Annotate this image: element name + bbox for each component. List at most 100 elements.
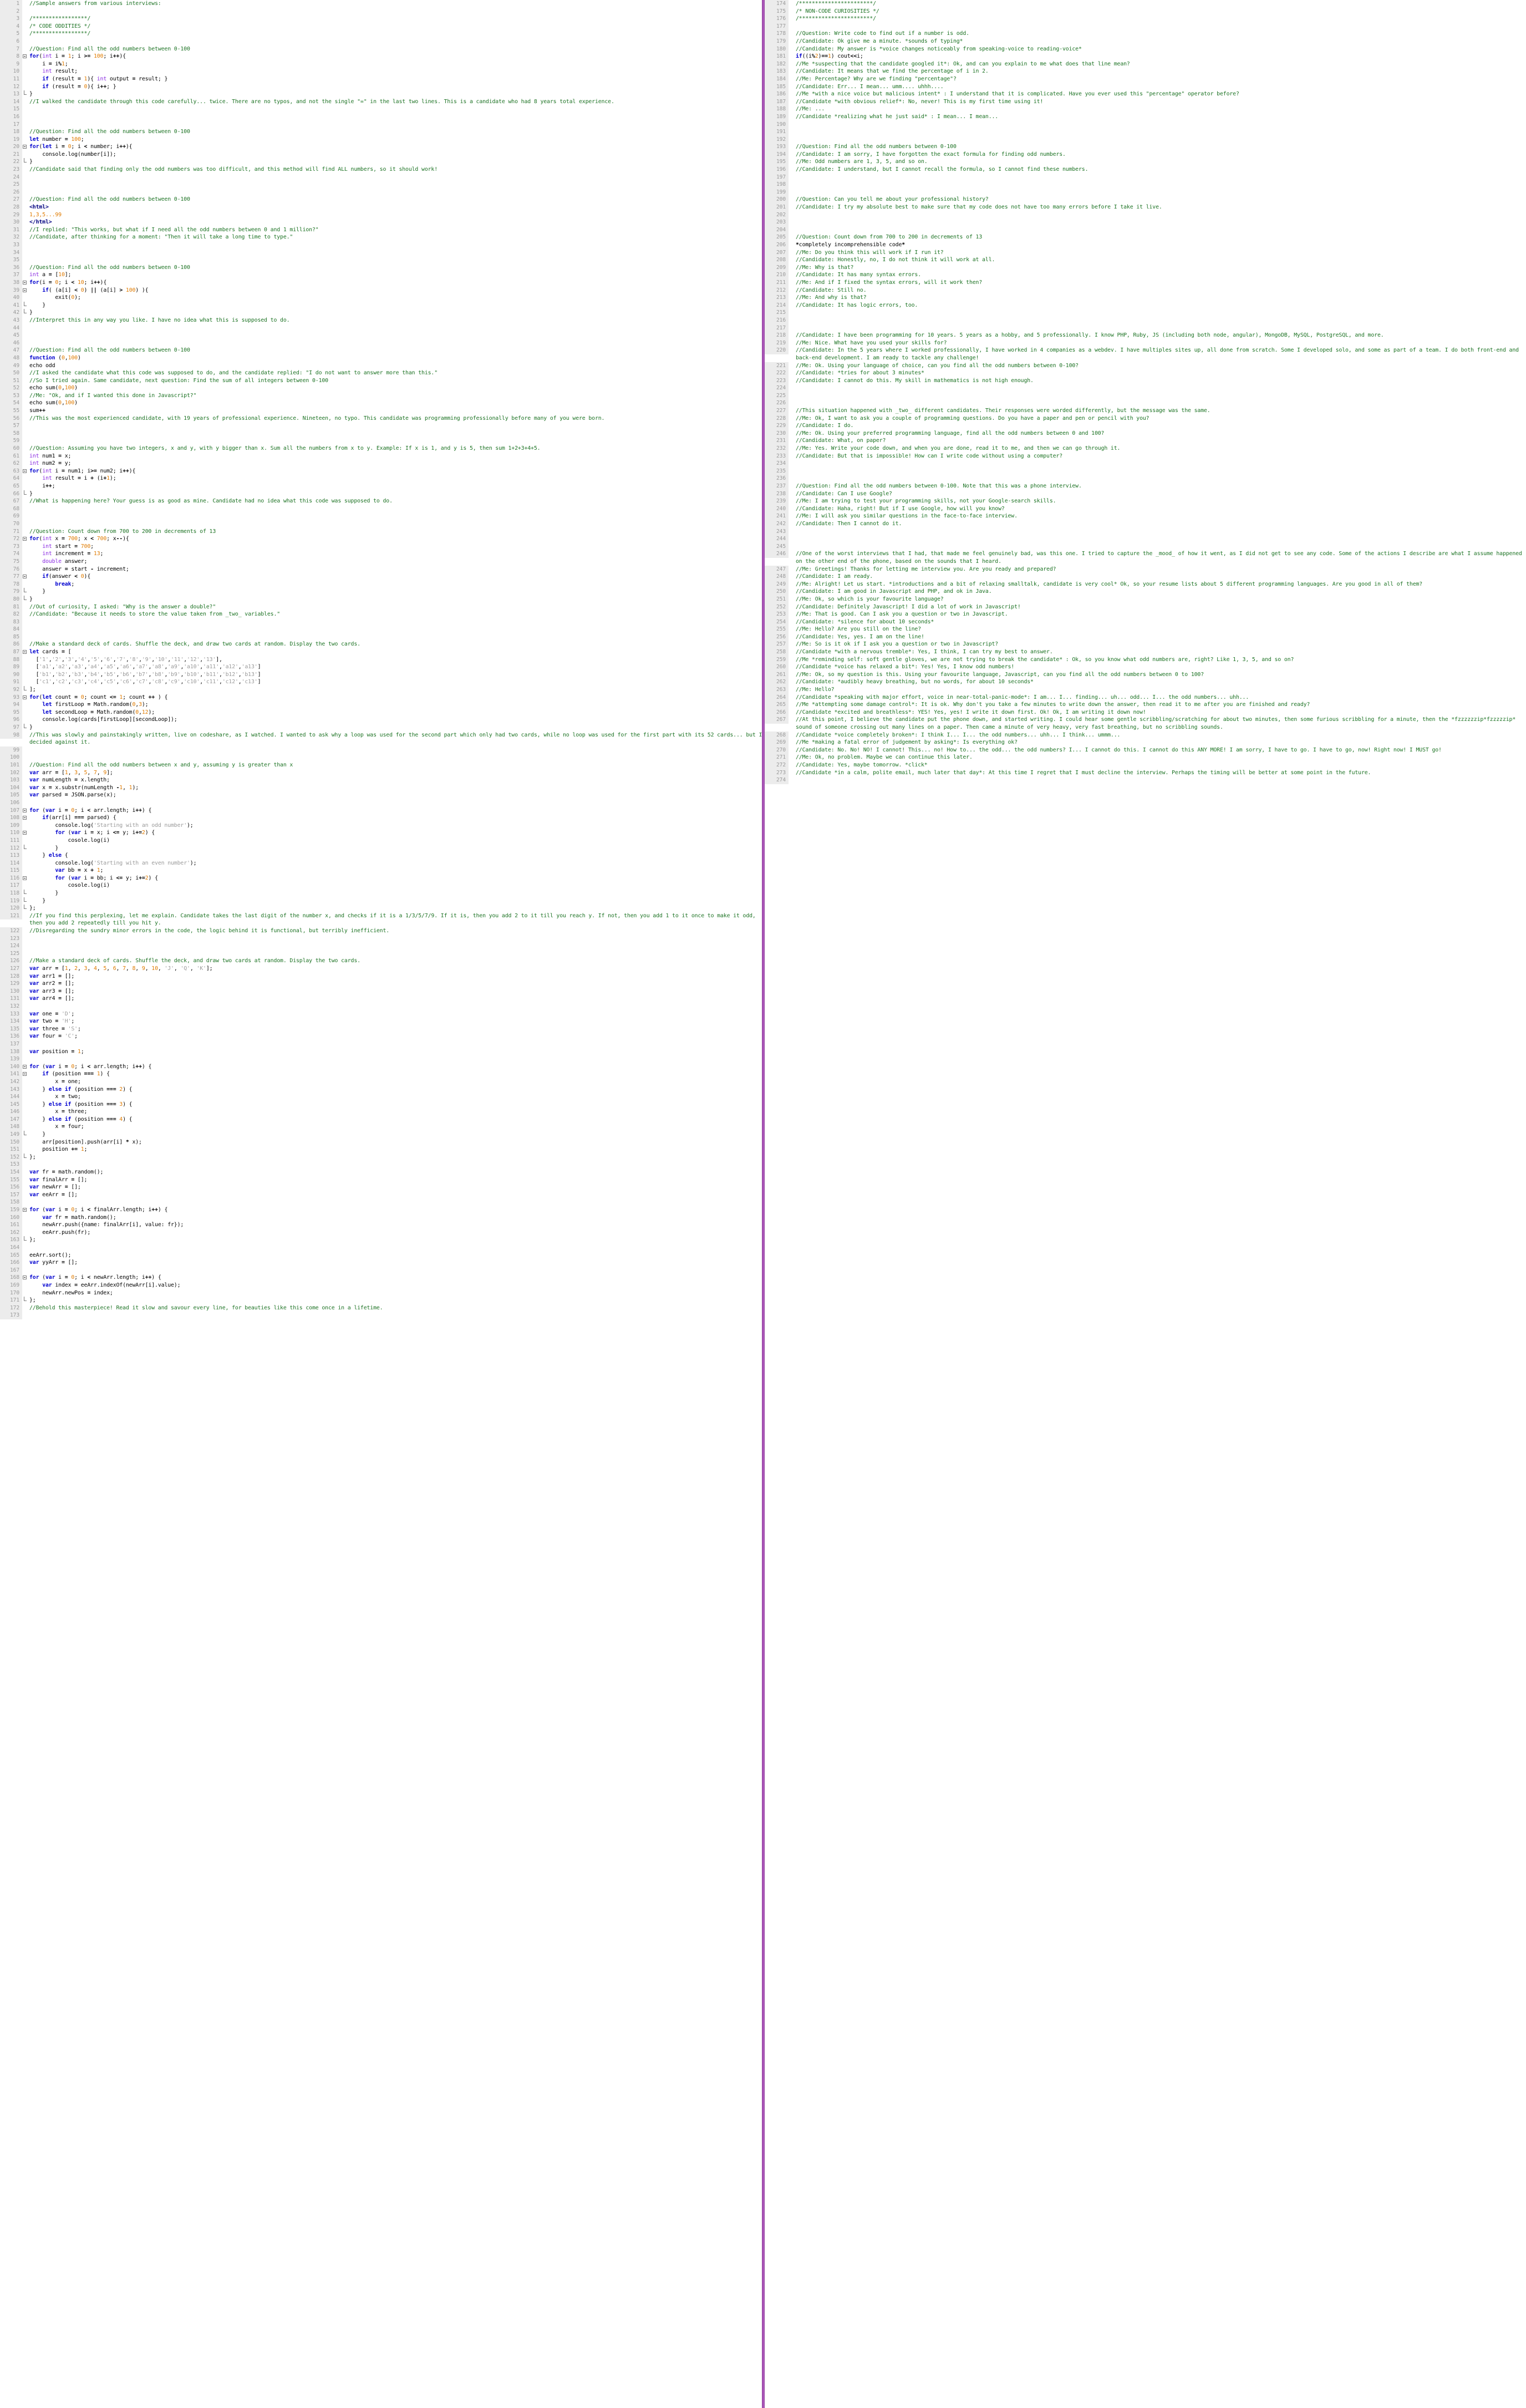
code-line[interactable]: 88 ['1','2','3','4','5','6','7','8','9',…	[0, 656, 764, 664]
code-line[interactable]: 137	[0, 1040, 764, 1048]
code-line[interactable]: 22}	[0, 158, 764, 166]
code-line[interactable]: 93 for(let count = 0; count <= 1; count +…	[0, 693, 764, 702]
code-line[interactable]: 245	[764, 542, 1526, 551]
code-line[interactable]: 145 } else if (position === 3) {	[0, 1100, 764, 1109]
code-text[interactable]: //Candidate: *audibly heavy breathing, b…	[795, 678, 1526, 686]
code-text[interactable]: var eeArr = [];	[28, 1191, 764, 1199]
code-text[interactable]	[28, 520, 764, 528]
code-text[interactable]: }	[28, 897, 764, 905]
code-line[interactable]: 272 //Candidate: Yes, maybe tomorrow. *cl…	[764, 761, 1526, 769]
code-text[interactable]: /***********************/	[795, 0, 1526, 8]
code-text[interactable]: var four = 'C';	[28, 1033, 764, 1040]
code-line[interactable]: 186 //Me *with a nice voice but malicious…	[764, 90, 1526, 98]
code-text[interactable]: //Candidate *with obvious relief*: No, n…	[795, 98, 1526, 106]
code-text[interactable]: double answer;	[28, 558, 764, 566]
code-line[interactable]: 130 var arr3 = [];	[0, 987, 764, 995]
code-line[interactable]: 31 //I replied: "This works, but what if …	[0, 226, 764, 234]
code-text[interactable]: //Question: Find all the odd numbers bet…	[28, 761, 764, 769]
code-line[interactable]: 112 }	[0, 844, 764, 852]
code-line[interactable]: 252 //Candidate: Definitely Javascript! I…	[764, 603, 1526, 611]
code-line[interactable]: 258 //Candidate *with a nervous tremble*:…	[764, 648, 1526, 656]
code-line[interactable]: 136 var four = 'C';	[0, 1033, 764, 1040]
code-text[interactable]	[795, 128, 1526, 136]
code-text[interactable]: //Candidate: It has many syntax errors.	[795, 271, 1526, 279]
code-text[interactable]	[795, 309, 1526, 317]
fold-collapse-icon[interactable]	[23, 876, 27, 880]
code-line[interactable]: 256 //Candidate: Yes, yes. I am on the li…	[764, 633, 1526, 641]
code-line[interactable]: 266 //Candidate *excited and breathless*:…	[764, 708, 1526, 717]
code-text[interactable]: //Candidate *in a calm, polite email, mu…	[795, 769, 1526, 777]
code-text[interactable]: var parsed = JSON.parse(x);	[28, 791, 764, 799]
code-line[interactable]: 123	[0, 934, 764, 943]
code-text[interactable]	[795, 23, 1526, 31]
code-line[interactable]: 226	[764, 399, 1526, 408]
code-text[interactable]: //Interpret this in any way you like. I …	[28, 317, 764, 324]
code-line[interactable]: 37 int a = [10];	[0, 271, 764, 279]
code-line[interactable]: 162 eeArr.push(fr);	[0, 1228, 764, 1237]
code-text[interactable]: for (var i = bb; i <= y; i+=2) {	[28, 875, 764, 882]
code-line[interactable]: 21 console.log(number[i]);	[0, 150, 764, 159]
code-text[interactable]: cosole.log(i)	[28, 837, 764, 845]
code-text[interactable]	[28, 38, 764, 45]
code-text[interactable]: //Question: Find all the odd numbers bet…	[28, 196, 764, 204]
code-line[interactable]: 104 var x = x.substr(numLength -1, 1);	[0, 784, 764, 792]
code-text[interactable]: //So I tried again. Same candidate, next…	[28, 377, 764, 385]
code-line[interactable]: 30 </html>	[0, 219, 764, 226]
code-line[interactable]: 198	[764, 181, 1526, 189]
code-line[interactable]: 240 //Candidate: Haha, right! But if I us…	[764, 505, 1526, 513]
code-text[interactable]	[28, 1198, 764, 1206]
code-text[interactable]: //Candidate, after thinking for a moment…	[28, 233, 764, 241]
code-line[interactable]: 97}	[0, 724, 764, 731]
code-line[interactable]: 169 var index = eeArr.indexOf(newArr[i].…	[0, 1281, 764, 1289]
code-text[interactable]: for(int i = num1; i>= num2; i++){	[28, 468, 764, 475]
code-line[interactable]: 209 //Me: Why is that?	[764, 263, 1526, 272]
code-line[interactable]: 63 for(int i = num1; i>= num2; i++){	[0, 467, 764, 475]
code-text[interactable]	[28, 633, 764, 641]
code-line[interactable]: 82 //Candidate: "Because it needs to stor…	[0, 611, 764, 618]
code-line[interactable]: 180 //Candidate: My answer is *voice chan…	[764, 45, 1526, 53]
code-line[interactable]: 219 //Me: Nice. What have you used your s…	[764, 339, 1526, 347]
code-text[interactable]: //Me: Ok, so which is your favourite lan…	[795, 596, 1526, 603]
code-text[interactable]: //Me: Hello? Are you still on the line?	[795, 626, 1526, 633]
code-line[interactable]: 192	[764, 135, 1526, 144]
code-text[interactable]: //Question: Can you tell me about your p…	[795, 196, 1526, 204]
code-text[interactable]: //Candidate: "Because it needs to store …	[28, 611, 764, 618]
code-line[interactable]: 196 //Candidate: I understand, but I cann…	[764, 166, 1526, 174]
code-line[interactable]: 1 //Sample answers from various interview…	[0, 0, 764, 8]
code-text[interactable]	[28, 8, 764, 16]
code-text[interactable]: position += 1;	[28, 1146, 764, 1154]
code-text[interactable]	[795, 468, 1526, 475]
code-line[interactable]: 200 //Question: Can you tell me about you…	[764, 196, 1526, 204]
code-text[interactable]: for(int x = 700; x < 700; x--){	[28, 535, 764, 543]
code-line[interactable]: 142 x = one;	[0, 1078, 764, 1086]
code-text[interactable]	[28, 121, 764, 129]
code-text[interactable]: //Candidate *excited and breathless*: YE…	[795, 709, 1526, 717]
code-text[interactable]: if (result = 1){ int output = result; }	[28, 75, 764, 83]
code-line[interactable]: 171};	[0, 1297, 764, 1304]
code-line[interactable]: 81 //Out of curiosity, I asked: "Why is t…	[0, 603, 764, 611]
code-line[interactable]: 261 //Me: Ok, so my question is this. Usi…	[764, 670, 1526, 679]
code-text[interactable]: eeArr.push(fr);	[28, 1229, 764, 1237]
code-line[interactable]: 54 echo sum(0,100)	[0, 399, 764, 408]
code-line[interactable]: 76 answer = start - increment;	[0, 565, 764, 573]
code-text[interactable]: };	[28, 1236, 764, 1244]
code-line[interactable]: 202	[764, 211, 1526, 219]
code-line[interactable]: 174 /***********************/	[764, 0, 1526, 8]
code-text[interactable]: var x = x.substr(numLength -1, 1);	[28, 784, 764, 792]
code-text[interactable]: //This was slowly and painstakingly writ…	[28, 731, 764, 746]
fold-collapse-icon[interactable]	[23, 575, 27, 579]
code-line[interactable]: 125	[0, 949, 764, 958]
code-line[interactable]: 168 for (var i = 0; i < newArr.length; i+…	[0, 1274, 764, 1282]
code-text[interactable]: };	[28, 1154, 764, 1161]
code-line[interactable]: 243	[764, 527, 1526, 536]
code-text[interactable]	[28, 505, 764, 513]
code-text[interactable]	[28, 249, 764, 257]
code-text[interactable]: } else if (position === 4) {	[28, 1116, 764, 1124]
code-line[interactable]: 86 //Make a standard deck of cards. Shuff…	[0, 641, 764, 649]
code-line[interactable]: 41 }	[0, 301, 764, 309]
code-line[interactable]: 220 //Candidate: In the 5 years where I w…	[764, 347, 1526, 362]
code-text[interactable]: //Candidate: Ok give me a minute. *sound…	[795, 38, 1526, 45]
code-text[interactable]: //Candidate: It means that we find the p…	[795, 68, 1526, 75]
code-line[interactable]: 100	[0, 754, 764, 761]
code-text[interactable]: //Me: "Ok, and if I wanted this done in …	[28, 392, 764, 400]
